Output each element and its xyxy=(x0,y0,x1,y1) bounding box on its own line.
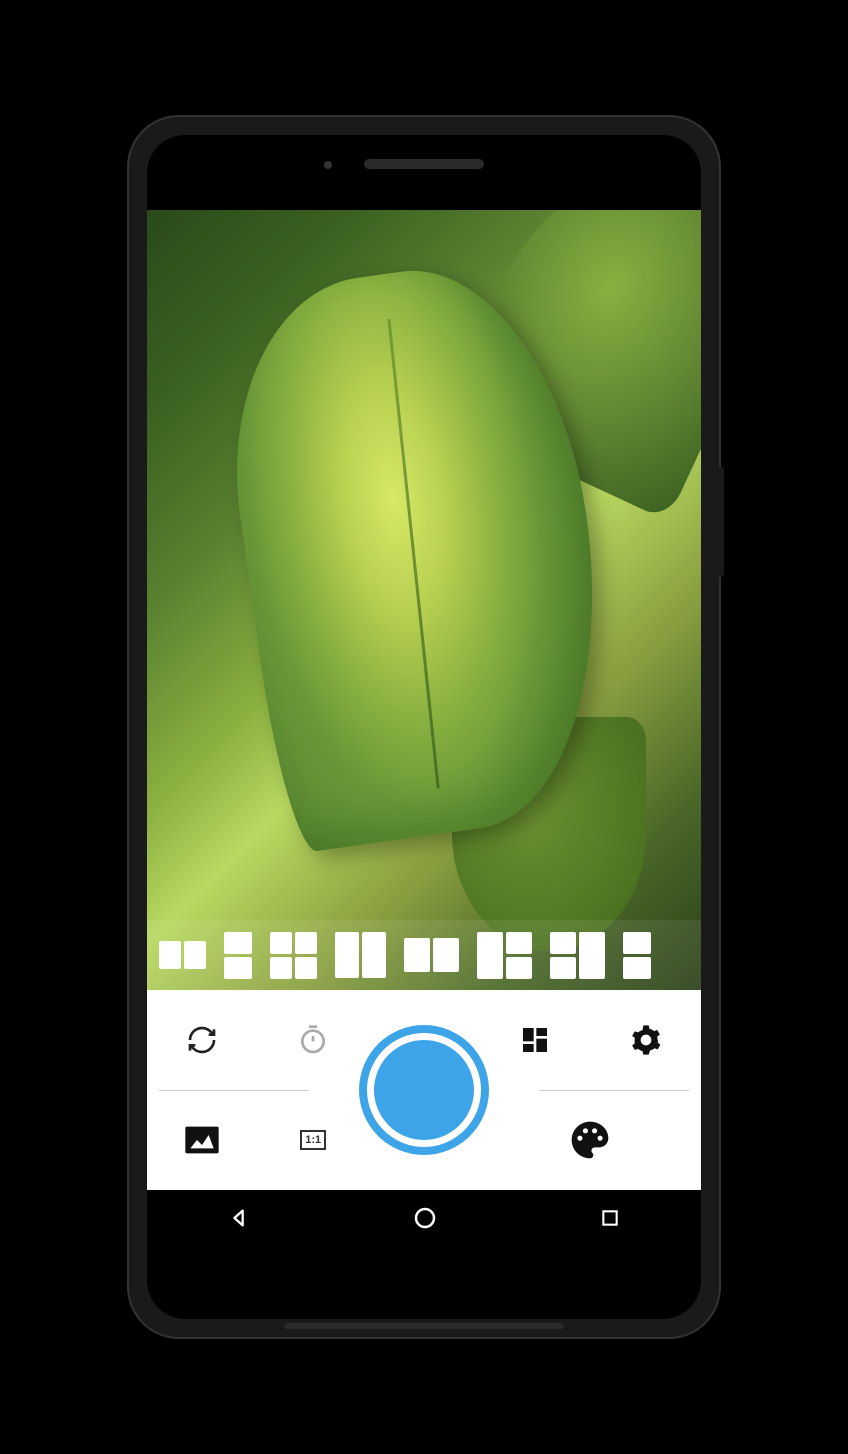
layout-option-2x1-wide[interactable] xyxy=(404,938,459,972)
layout-option-2x1-tall[interactable] xyxy=(335,932,386,978)
android-navbar xyxy=(147,1190,701,1250)
layout-option-2x1[interactable] xyxy=(159,941,206,969)
gallery-icon xyxy=(182,1120,222,1160)
timer-button[interactable] xyxy=(258,1024,369,1056)
layout-option-1-2-mix[interactable] xyxy=(477,932,532,979)
home-icon xyxy=(413,1206,437,1230)
app-screen: 1:1 xyxy=(147,210,701,1250)
nav-back-button[interactable] xyxy=(228,1207,250,1234)
collage-icon xyxy=(519,1024,551,1056)
phone-frame: 1:1 xyxy=(129,117,719,1337)
phone-front-camera xyxy=(324,161,332,169)
palette-button[interactable] xyxy=(479,1118,701,1162)
divider xyxy=(159,1090,309,1091)
divider xyxy=(539,1090,689,1091)
layout-option-2x2[interactable] xyxy=(270,932,317,979)
gear-icon xyxy=(630,1024,662,1056)
palette-icon xyxy=(568,1118,612,1162)
switch-camera-icon xyxy=(186,1024,218,1056)
nav-home-button[interactable] xyxy=(413,1206,437,1235)
recents-icon xyxy=(600,1208,620,1228)
timer-icon xyxy=(297,1024,329,1056)
shutter-button[interactable] xyxy=(359,1025,489,1155)
camera-controls: 1:1 xyxy=(147,990,701,1190)
phone-inner: 1:1 xyxy=(147,135,701,1319)
aspect-ratio-button[interactable]: 1:1 xyxy=(258,1130,369,1150)
collage-button[interactable] xyxy=(479,1024,590,1056)
settings-button[interactable] xyxy=(590,1024,701,1056)
camera-viewfinder[interactable] xyxy=(147,210,701,990)
layout-option-1x2[interactable] xyxy=(224,932,252,979)
switch-camera-button[interactable] xyxy=(147,1024,258,1056)
aspect-ratio-label: 1:1 xyxy=(300,1130,326,1150)
phone-speaker xyxy=(364,159,484,169)
layout-selector-strip[interactable] xyxy=(147,920,701,990)
back-icon xyxy=(228,1207,250,1229)
nav-recents-button[interactable] xyxy=(600,1208,620,1233)
gallery-button[interactable] xyxy=(147,1120,258,1160)
phone-power-button xyxy=(719,467,724,577)
phone-bottom-speaker xyxy=(284,1323,564,1329)
layout-option-more[interactable] xyxy=(623,932,651,979)
layout-option-2-1-mix[interactable] xyxy=(550,932,605,979)
